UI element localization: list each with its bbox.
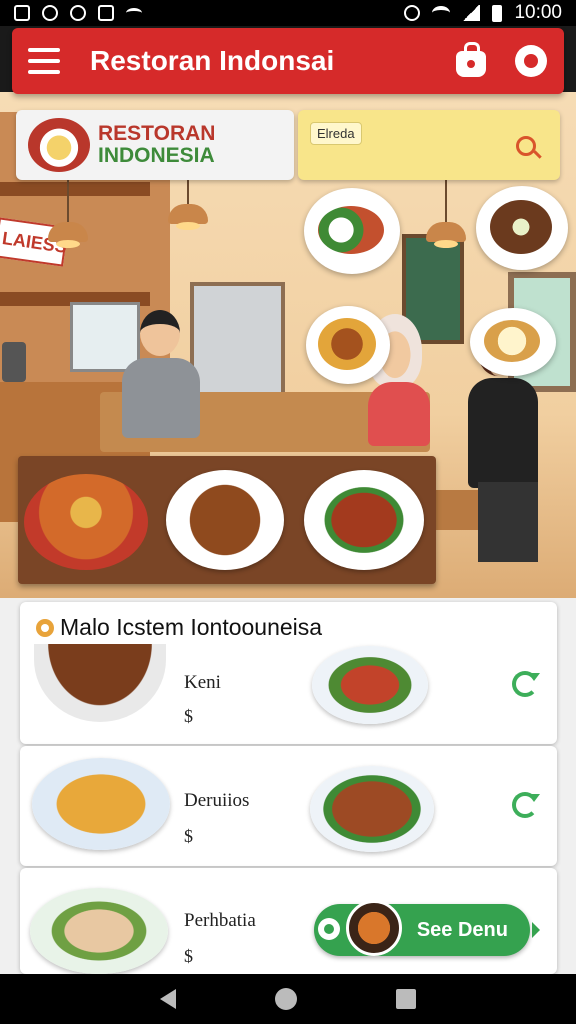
circle-app-icon (70, 5, 86, 21)
food-plate (30, 888, 168, 974)
refresh-icon[interactable] (512, 792, 540, 818)
shopping-bag-icon (456, 42, 486, 77)
shelf (0, 182, 150, 196)
status-left-icons (14, 5, 142, 21)
hanging-lamp (48, 162, 88, 248)
cart-button[interactable] (454, 42, 488, 78)
wifi-icon (432, 6, 451, 20)
status-bar: 10:00 (0, 0, 576, 26)
menu-item-name: Deruiios (184, 790, 250, 811)
home-icon[interactable] (274, 988, 297, 1010)
fried-rice-plate (166, 470, 284, 570)
chevron-icon (318, 918, 340, 940)
menu-item-name: Keni (184, 672, 221, 693)
logo-plate-icon (28, 118, 90, 172)
menu-item-name: Perhbatia (184, 910, 256, 931)
food-plate (306, 306, 390, 384)
diner-man (122, 310, 200, 438)
back-icon[interactable] (159, 989, 176, 1009)
satay-plate (310, 766, 434, 852)
system-nav-bar (0, 974, 576, 1024)
food-plate (476, 186, 568, 270)
status-right-icons: 10:00 (404, 2, 562, 24)
battery-icon (492, 4, 503, 22)
app-notification-icon (98, 5, 114, 21)
clock: 10:00 (514, 2, 562, 23)
section-title: Malo Icstem Iontoouneisa (36, 614, 322, 641)
hanging-lamp (168, 144, 208, 230)
chat-icon (515, 45, 547, 77)
satay-plate (304, 470, 424, 570)
notification-icon (14, 5, 30, 21)
signal-icon (462, 5, 481, 21)
chevron-right-icon (532, 922, 540, 938)
restaurant-logo-card: RESTORAN INDONESIA (16, 110, 294, 180)
food-plate (312, 646, 428, 724)
logo-text: RESTORAN INDONESIA (98, 123, 215, 167)
food-plate (304, 188, 400, 274)
vibrate-icon (404, 5, 421, 21)
cast-icon (126, 8, 142, 18)
app-bar: Restoran Indonsai (12, 28, 564, 94)
menu-card-2[interactable] (20, 746, 557, 866)
hanging-lamp (426, 162, 466, 248)
display-case (70, 302, 140, 372)
app-title: Restoran Indonsai (90, 45, 335, 76)
menu-item-price: $ (184, 946, 193, 966)
recents-icon[interactable] (396, 989, 417, 1009)
hero-illustration: LAIESS RESTORAN INDONESIA Elreda (0, 92, 576, 628)
alarm-icon (42, 5, 58, 21)
noodle-plate (32, 758, 170, 850)
search-chip[interactable]: Elreda (310, 122, 362, 145)
featured-dishes-strip (18, 456, 436, 584)
chat-button[interactable] (514, 44, 548, 78)
kettle-icon (2, 342, 26, 382)
food-bowl (34, 644, 166, 722)
menu-item-price: $ (184, 826, 193, 846)
logo-line-2: INDONESIA (98, 144, 215, 167)
see-menu-label: See Denu (416, 918, 508, 941)
menu-icon[interactable] (28, 48, 60, 74)
logo-line-1: RESTORAN (98, 122, 216, 145)
food-plate (470, 308, 556, 376)
soup-bowl (24, 474, 148, 570)
menu-item-price: $ (184, 706, 193, 726)
search-icon[interactable] (516, 136, 536, 156)
soup-bowl-icon (346, 900, 402, 956)
section-icon (36, 618, 54, 637)
search-box[interactable]: Elreda (298, 110, 560, 180)
section-title-text: Malo Icstem Iontoouneisa (60, 614, 323, 640)
refresh-icon[interactable] (512, 671, 540, 697)
